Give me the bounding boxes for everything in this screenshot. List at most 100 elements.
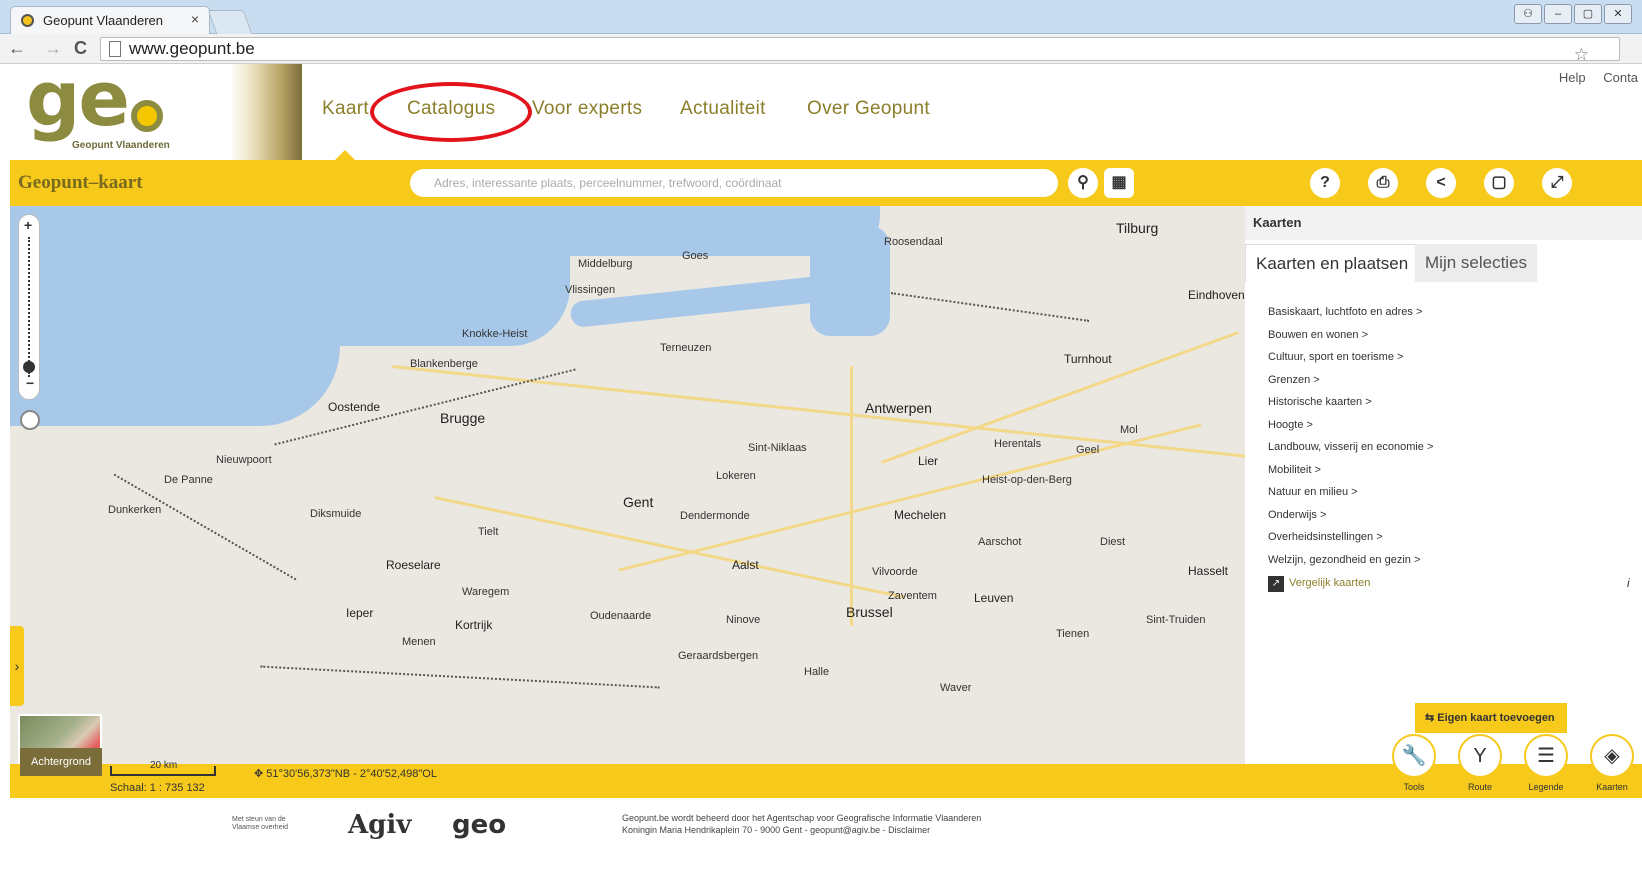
border-fr-be bbox=[113, 473, 297, 581]
zoom-out-button[interactable]: − bbox=[26, 375, 34, 391]
browser-tab-bar: Geopunt Vlaanderen × ⚇ – ▢ ✕ bbox=[0, 0, 1642, 34]
maximize-icon[interactable]: ▢ bbox=[1574, 4, 1602, 24]
info-icon[interactable]: i bbox=[1627, 576, 1630, 590]
tab-close-icon[interactable]: × bbox=[191, 11, 199, 27]
category-item[interactable]: Welzijn, gezondheid en gezin > bbox=[1268, 554, 1433, 577]
legend-button[interactable]: ☰ Legende bbox=[1516, 734, 1576, 792]
city-label: Kortrijk bbox=[455, 618, 493, 632]
fullscreen-icon[interactable]: ⤢ bbox=[1542, 168, 1572, 198]
vlaamse-overheid-logo[interactable]: Met steun van de Vlaamse overheid bbox=[232, 816, 288, 832]
map-title: Geopunt–kaart bbox=[18, 172, 143, 193]
side-panel-toggle[interactable]: › bbox=[10, 626, 24, 706]
maps-panel: Kaarten Kaarten en plaatsen Mijn selecti… bbox=[1245, 206, 1642, 764]
zoom-track[interactable] bbox=[28, 237, 30, 377]
url-input[interactable]: www.geopunt.be ☆ bbox=[100, 37, 1620, 64]
compare-maps-link[interactable]: ↗ Vergelijk kaarten bbox=[1268, 576, 1370, 592]
panel-header: Kaarten bbox=[1245, 206, 1642, 240]
city-label: Brussel bbox=[846, 604, 893, 620]
category-item[interactable]: Mobiliteit > bbox=[1268, 464, 1433, 487]
category-item[interactable]: Grenzen > bbox=[1268, 374, 1433, 397]
active-nav-caret bbox=[335, 150, 355, 160]
city-label: Aalst bbox=[732, 558, 759, 572]
zoom-in-button[interactable]: + bbox=[24, 217, 32, 233]
close-window-icon[interactable]: ✕ bbox=[1604, 4, 1632, 24]
bookmark-star-icon[interactable]: ☆ bbox=[1574, 44, 1589, 66]
minimize-icon[interactable]: – bbox=[1544, 4, 1572, 24]
city-label: Mechelen bbox=[894, 508, 947, 522]
place-label: Diest bbox=[1100, 536, 1126, 548]
place-label: Lokeren bbox=[716, 470, 756, 482]
place-label: Goes bbox=[682, 250, 709, 262]
place-label: Vlissingen bbox=[565, 284, 616, 296]
nav-voor-experts[interactable]: Voor experts bbox=[532, 98, 642, 120]
place-label: Dunkerken bbox=[108, 504, 162, 516]
search-input[interactable]: Adres, interessante plaats, perceelnumme… bbox=[410, 169, 1058, 197]
city-label: Antwerpen bbox=[865, 400, 932, 416]
category-item[interactable]: Natuur en milieu > bbox=[1268, 486, 1433, 509]
category-item[interactable]: Bouwen en wonen > bbox=[1268, 329, 1433, 352]
url-text: www.geopunt.be bbox=[129, 39, 255, 58]
place-label: Waver bbox=[940, 682, 972, 694]
nav-kaart[interactable]: Kaart bbox=[322, 98, 369, 120]
border-nl-be-east bbox=[890, 292, 1090, 322]
category-item[interactable]: Cultuur, sport en toerisme > bbox=[1268, 351, 1433, 374]
tools-button[interactable]: 🔧 Tools bbox=[1384, 734, 1444, 792]
zoom-slider[interactable]: + − bbox=[18, 214, 40, 400]
geopunt-logo[interactable]: ge Geopunt Vlaanderen bbox=[18, 54, 188, 156]
tab-mijn-selecties[interactable]: Mijn selecties bbox=[1415, 244, 1538, 282]
help-icon[interactable]: ? bbox=[1310, 168, 1340, 198]
road-e313 bbox=[880, 331, 1240, 464]
place-label: Sint-Niklaas bbox=[748, 442, 807, 454]
place-label: Halle bbox=[804, 666, 830, 678]
geo-logo[interactable]: geo bbox=[452, 810, 506, 840]
place-label: Zaventem bbox=[888, 590, 937, 602]
category-item[interactable]: Onderwijs > bbox=[1268, 509, 1433, 532]
browser-tab[interactable]: Geopunt Vlaanderen × bbox=[10, 6, 210, 34]
map-canvas[interactable]: Brugge Gent Antwerpen Brussel Mechelen L… bbox=[10, 206, 1245, 764]
catalog-icon[interactable]: ▦ bbox=[1104, 168, 1134, 198]
tab-kaarten-en-plaatsen[interactable]: Kaarten en plaatsen bbox=[1245, 244, 1420, 282]
logo-text: ge bbox=[26, 54, 130, 143]
search-icon[interactable]: ⚲ bbox=[1068, 168, 1098, 198]
category-item[interactable]: Basiskaart, luchtfoto en adres > bbox=[1268, 306, 1433, 329]
scale-distance: 20 km bbox=[150, 760, 178, 771]
city-label: Lier bbox=[918, 454, 939, 468]
city-label: Ieper bbox=[346, 606, 374, 620]
frame-icon[interactable]: ▢ bbox=[1484, 168, 1514, 198]
zoom-handle[interactable] bbox=[23, 361, 35, 373]
share-icon[interactable]: < bbox=[1426, 168, 1456, 198]
layers-icon: ◈ bbox=[1590, 734, 1634, 778]
north-sea bbox=[10, 206, 570, 346]
nav-actualiteit[interactable]: Actualiteit bbox=[680, 98, 766, 120]
header-photo bbox=[230, 64, 302, 160]
footer-line: Koningin Maria Hendrikaplein 70 - 9000 G… bbox=[622, 825, 931, 835]
category-item[interactable]: Historische kaarten > bbox=[1268, 396, 1433, 419]
place-label: Heist-op-den-Berg bbox=[982, 474, 1072, 486]
bottom-tools: 🔧 Tools Y Route ☰ Legende ◈ Kaarten bbox=[1378, 734, 1642, 792]
back-icon[interactable]: ← bbox=[8, 38, 26, 59]
user-icon[interactable]: ⚇ bbox=[1514, 4, 1542, 24]
map-toolbar: Geopunt–kaart Adres, interessante plaats… bbox=[10, 160, 1642, 206]
legend-icon: ☰ bbox=[1524, 734, 1568, 778]
help-link[interactable]: Help bbox=[1559, 70, 1586, 85]
place-label: Terneuzen bbox=[660, 342, 712, 354]
agiv-logo[interactable]: Agiv bbox=[348, 810, 411, 840]
place-label: De Panne bbox=[164, 474, 213, 486]
city-label: Gent bbox=[623, 494, 654, 510]
print-icon[interactable]: ⎙ bbox=[1368, 168, 1398, 198]
locate-icon[interactable] bbox=[20, 410, 40, 430]
background-button[interactable]: Achtergrond bbox=[20, 748, 102, 776]
maps-button[interactable]: ◈ Kaarten bbox=[1582, 734, 1642, 792]
place-label: Roosendaal bbox=[884, 236, 943, 248]
footer-logo-line: Met steun van de bbox=[232, 816, 286, 823]
category-item[interactable]: Landbouw, visserij en economie > bbox=[1268, 441, 1433, 464]
category-item[interactable]: Overheidsinstellingen > bbox=[1268, 531, 1433, 554]
nav-over-geopunt[interactable]: Over Geopunt bbox=[807, 98, 930, 120]
category-item[interactable]: Hoogte > bbox=[1268, 419, 1433, 442]
contact-link[interactable]: Conta bbox=[1603, 70, 1638, 85]
new-tab-button[interactable] bbox=[207, 10, 253, 34]
add-map-icon: ⇆ bbox=[1425, 712, 1438, 724]
add-own-map-button[interactable]: ⇆ Eigen kaart toevoegen bbox=[1415, 703, 1567, 733]
place-label: Geraardsbergen bbox=[678, 650, 759, 662]
route-button[interactable]: Y Route bbox=[1450, 734, 1510, 792]
